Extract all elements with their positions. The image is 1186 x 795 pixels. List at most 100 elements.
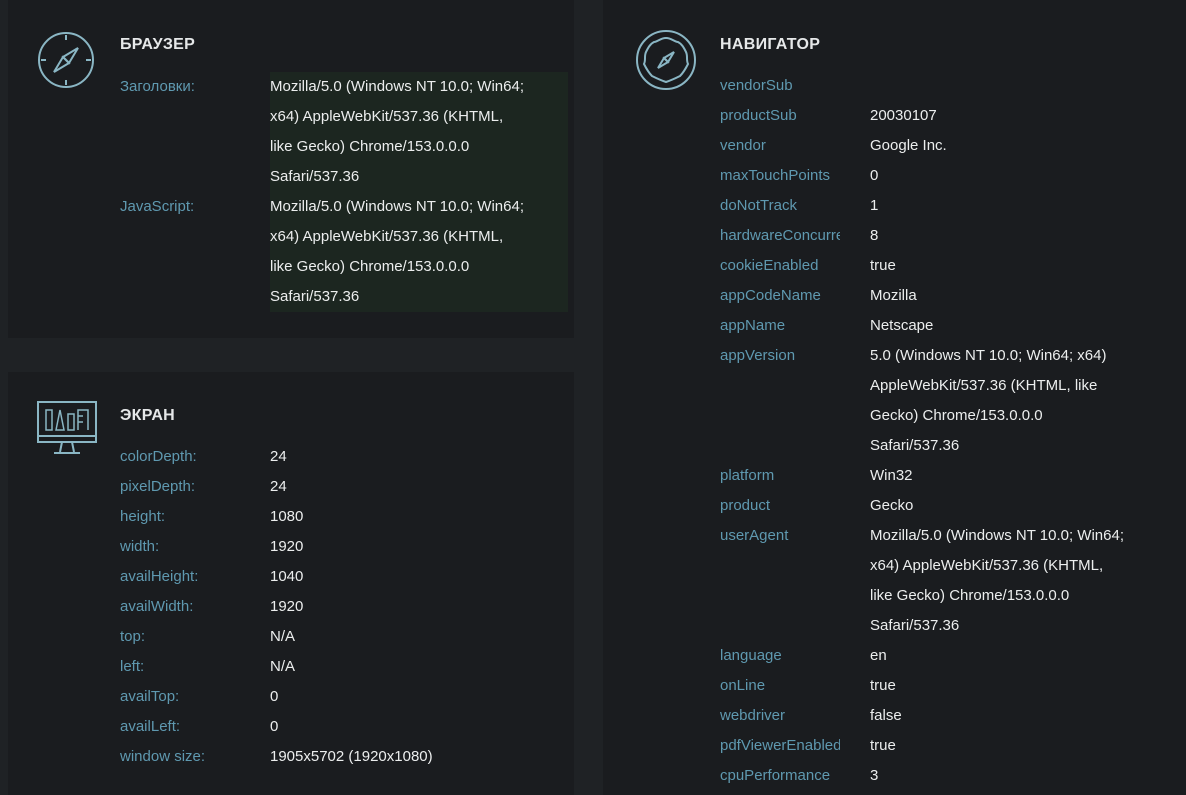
browser-key	[120, 102, 270, 132]
navigator-row: language en	[720, 641, 1138, 671]
navigator-value: 8	[870, 227, 879, 244]
browser-value: x64) AppleWebKit/537.36 (KHTML,	[270, 102, 568, 132]
navigator-row: x64) AppleWebKit/537.36 (KHTML,	[720, 551, 1138, 581]
screen-key: pixelDepth:	[120, 478, 196, 495]
navigator-key: appVersion	[720, 347, 796, 364]
browser-row: JavaScript: Mozilla/5.0 (Windows NT 10.0;…	[120, 192, 568, 222]
navigator-value: 20030107	[870, 107, 937, 124]
screen-value: 24	[270, 448, 287, 465]
screen-value: 24	[270, 478, 287, 495]
navigator-key: pdfViewerEnabled	[720, 737, 840, 754]
screen-value: 1905x5702 (1920x1080)	[270, 748, 433, 765]
navigator-value: 3	[870, 767, 879, 784]
navigator-value: false	[870, 707, 902, 724]
screen-key: left:	[120, 658, 145, 675]
navigator-value: Mozilla/5.0 (Windows NT 10.0; Win64;	[870, 527, 1124, 544]
navigator-key: doNotTrack	[720, 197, 797, 214]
navigator-key: productSub	[720, 107, 797, 124]
navigator-key	[720, 611, 840, 641]
browser-row: Safari/537.36	[120, 162, 568, 192]
navigator-key: userAgent	[720, 527, 789, 544]
navigator-key: platform	[720, 467, 775, 484]
screen-key: width:	[120, 538, 160, 555]
navigator-row: platform Win32	[720, 461, 1138, 491]
navigator-key	[720, 551, 840, 581]
browser-key	[120, 162, 270, 192]
navigator-value: Safari/537.36	[870, 437, 960, 454]
navigator-row: Gecko) Chrome/153.0.0.0	[720, 401, 1138, 431]
navigator-key	[720, 581, 840, 611]
screen-key: availLeft:	[120, 718, 181, 735]
navigator-value: Win32	[870, 467, 913, 484]
navigator-row: maxTouchPoints 0	[720, 161, 1138, 191]
screen-key: window size:	[120, 748, 206, 765]
navigator-row: like Gecko) Chrome/153.0.0.0	[720, 581, 1138, 611]
navigator-row: appVersion 5.0 (Windows NT 10.0; Win64; x…	[720, 341, 1138, 371]
browser-value: Mozilla/5.0 (Windows NT 10.0; Win64;	[270, 72, 568, 102]
navigator-title: НАВИГАТОР	[720, 36, 821, 53]
screen-value: 0	[270, 688, 279, 705]
screen-row: height: 1080	[120, 502, 590, 532]
navigator-value: Google Inc.	[870, 137, 947, 154]
screen-value: 0	[270, 718, 279, 735]
navigator-value: true	[870, 257, 896, 274]
screen-key: colorDepth:	[120, 448, 197, 465]
screen-title: ЭКРАН	[120, 407, 176, 424]
browser-key	[120, 222, 270, 252]
navigator-row: pdfViewerEnabled true	[720, 731, 1138, 761]
browser-row: like Gecko) Chrome/153.0.0.0	[120, 252, 568, 282]
screen-rows: colorDepth: 24 pixelDepth: 24 height: 1080 wid…	[120, 442, 590, 772]
screen-row: left: N/A	[120, 652, 590, 682]
screen-key: availHeight:	[120, 568, 199, 585]
navigator-row: product Gecko	[720, 491, 1138, 521]
browser-row: Safari/537.36	[120, 282, 568, 312]
screen-value: N/A	[270, 628, 296, 645]
browser-value: like Gecko) Chrome/153.0.0.0	[270, 132, 568, 162]
navigator-key: vendorSub	[720, 77, 793, 94]
navigator-key: appCodeName	[720, 287, 821, 304]
navigator-value: true	[870, 737, 896, 754]
screen-value: 1040	[270, 568, 304, 585]
navigator-value: Mozilla	[870, 287, 917, 304]
navigator-key: vendor	[720, 137, 766, 154]
navigator-value: en	[870, 647, 887, 664]
screen-row: availLeft: 0	[120, 712, 590, 742]
browser-key	[120, 252, 270, 282]
navigator-rows: vendorSub productSub 20030107 vendor Google …	[720, 71, 1138, 791]
navigator-key	[720, 431, 840, 461]
navigator-value: Gecko	[870, 497, 914, 514]
navigator-row: doNotTrack 1	[720, 191, 1138, 221]
navigator-row: Safari/537.36	[720, 431, 1138, 461]
screen-row: top: N/A	[120, 622, 590, 652]
browser-value: like Gecko) Chrome/153.0.0.0	[270, 252, 568, 282]
screen-row: availWidth: 1920	[120, 592, 590, 622]
navigator-key: hardwareConcurrency	[720, 227, 840, 244]
screen-key: top:	[120, 628, 146, 645]
browser-key: JavaScript:	[120, 198, 195, 215]
screen-panel: ЭКРАН colorDepth: 24 pixelDepth: 24 height: 1…	[8, 372, 574, 795]
browser-rows: Заголовки: Mozilla/5.0 (Windows NT 10.0; …	[120, 72, 568, 312]
badge-compass-icon	[634, 28, 698, 97]
screen-row: window size: 1905x5702 (1920x1080)	[120, 742, 590, 772]
navigator-row: vendorSub	[720, 71, 1138, 101]
navigator-row: productSub 20030107	[720, 101, 1138, 131]
navigator-key: webdriver	[720, 707, 786, 724]
browser-row: x64) AppleWebKit/537.36 (KHTML,	[120, 102, 568, 132]
navigator-row: Safari/537.36	[720, 611, 1138, 641]
browser-key	[120, 282, 270, 312]
navigator-value: true	[870, 677, 896, 694]
screen-value: 1920	[270, 538, 304, 555]
browser-value: Safari/537.36	[270, 282, 568, 312]
navigator-value: x64) AppleWebKit/537.36 (KHTML,	[870, 557, 1104, 574]
browser-panel: БРАУЗЕР Заголовки: Mozilla/5.0 (Windows N…	[8, 0, 574, 338]
screen-key: availTop:	[120, 688, 180, 705]
navigator-panel: НАВИГАТОР vendorSub productSub 20030107 ven…	[603, 0, 1186, 795]
navigator-key	[720, 401, 840, 431]
navigator-row: hardwareConcurrency 8	[720, 221, 1138, 251]
navigator-value	[870, 71, 1138, 101]
navigator-key	[720, 371, 840, 401]
screen-row: width: 1920	[120, 532, 590, 562]
browser-row: x64) AppleWebKit/537.36 (KHTML,	[120, 222, 568, 252]
navigator-row: onLine true	[720, 671, 1138, 701]
screen-value: 1080	[270, 508, 304, 525]
